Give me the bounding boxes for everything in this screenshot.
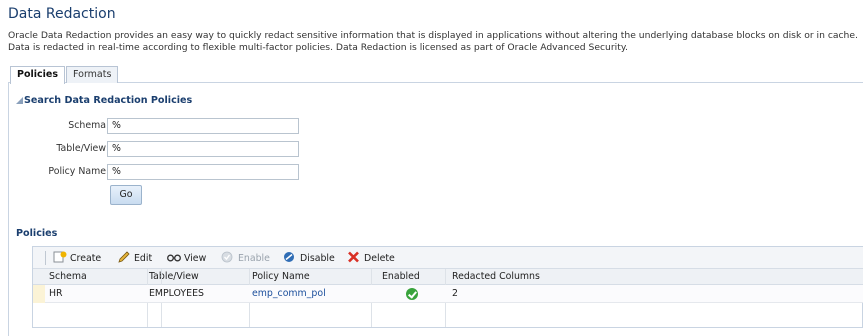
enabled-check-icon [406, 288, 418, 300]
tab-bar: Policies Formats [8, 62, 863, 84]
cell-schema: HR [49, 288, 63, 299]
page-description: Oracle Data Redaction provides an easy w… [8, 30, 863, 54]
delete-button[interactable]: Delete [347, 251, 395, 265]
search-section-title[interactable]: Search Data Redaction Policies [24, 95, 192, 106]
create-button[interactable]: Create [53, 251, 101, 265]
tab-policies[interactable]: Policies [10, 66, 65, 84]
go-button[interactable]: Go [110, 185, 142, 205]
cell-table-view: EMPLOYEES [149, 288, 204, 299]
enable-label: Enable [238, 253, 270, 264]
policies-section-title: Policies [16, 228, 58, 239]
table-view-label: Table/View [56, 143, 106, 154]
policy-name-input[interactable]: % [107, 164, 299, 180]
description-line-1: Oracle Data Redaction provides an easy w… [8, 30, 858, 41]
delete-x-icon [348, 251, 359, 263]
column-header-enabled[interactable]: Enabled [382, 269, 420, 285]
column-header-policy-name[interactable]: Policy Name [252, 269, 310, 285]
disable-button[interactable]: Disable [283, 251, 335, 265]
create-icon [53, 251, 67, 263]
column-header-redacted-columns[interactable]: Redacted Columns [452, 269, 540, 285]
table-view-input[interactable]: % [107, 141, 299, 157]
enable-button[interactable]: Enable [221, 251, 270, 265]
edit-pencil-icon [118, 251, 130, 263]
edit-button[interactable]: Edit [117, 251, 152, 265]
policies-toolbar: Create Edit View Enable Disable Delete [33, 247, 863, 269]
schema-label: Schema [68, 120, 106, 131]
disable-icon [284, 252, 294, 262]
tab-formats[interactable]: Formats [66, 66, 119, 83]
disable-label: Disable [300, 253, 335, 264]
create-label: Create [70, 253, 102, 264]
page-title: Data Redaction [8, 6, 116, 22]
column-header-table-view[interactable]: Table/View [149, 269, 199, 285]
collapse-triangle-icon[interactable] [16, 97, 23, 104]
enable-icon [221, 251, 233, 263]
policies-table: Create Edit View Enable Disable Delete S… [32, 246, 863, 328]
view-glasses-icon [167, 254, 181, 262]
policy-name-label: Policy Name [48, 166, 106, 177]
cell-redacted-columns: 2 [452, 288, 458, 299]
delete-label: Delete [364, 253, 395, 264]
cell-policy-name-link[interactable]: emp_comm_pol [252, 285, 326, 303]
view-button[interactable]: View [167, 251, 206, 265]
table-header: Schema Table/View Policy Name Enabled Re… [33, 269, 863, 285]
view-label: View [184, 253, 207, 264]
description-line-2: Data is redacted in real-time according … [8, 42, 628, 53]
edit-label: Edit [134, 253, 153, 264]
toolbar-separator [45, 251, 46, 265]
schema-input[interactable]: % [107, 118, 299, 134]
table-row[interactable]: HR EMPLOYEES emp_comm_pol 2 [33, 285, 863, 303]
column-header-schema[interactable]: Schema [49, 269, 87, 285]
row-selection-marker [33, 285, 45, 303]
